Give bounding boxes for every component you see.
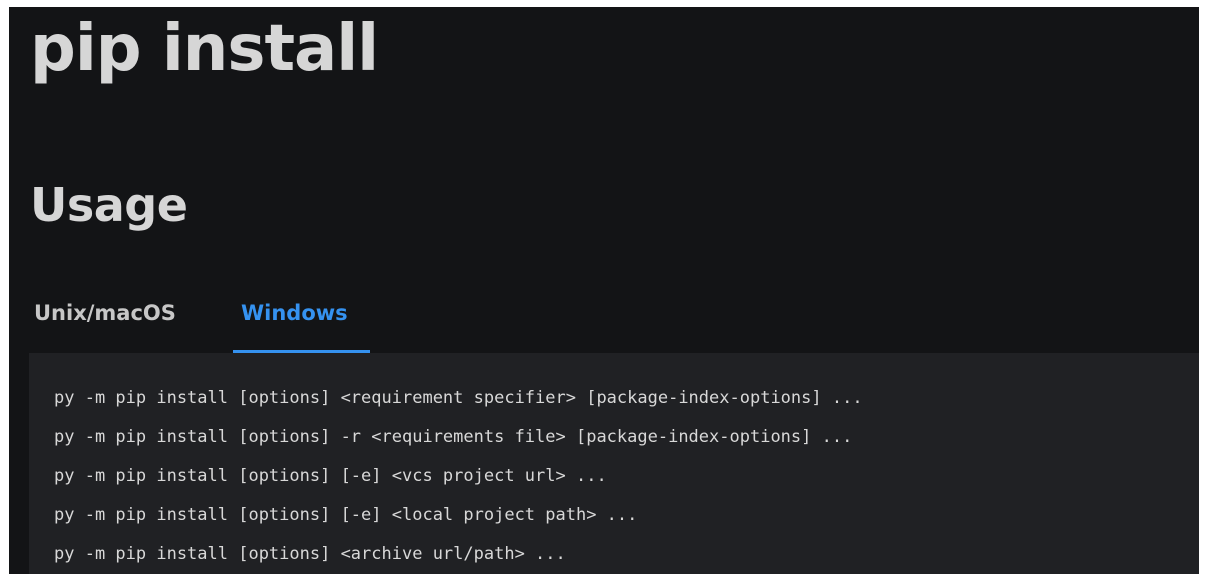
- code-line: py -m pip install [options] -r <requirem…: [54, 427, 853, 447]
- code-line: py -m pip install [options] [-e] <local …: [54, 505, 638, 525]
- platform-tabs: Unix/macOS Windows: [9, 297, 1199, 356]
- tab-unix-macos[interactable]: Unix/macOS: [34, 303, 176, 324]
- code-line: py -m pip install [options] <archive url…: [54, 544, 566, 564]
- code-block: py -m pip install [options] <requirement…: [29, 353, 1199, 574]
- page-title: pip install: [30, 12, 379, 86]
- code-line: py -m pip install [options] [-e] <vcs pr…: [54, 466, 607, 486]
- tab-windows[interactable]: Windows: [241, 303, 348, 324]
- documentation-page: pip install Usage Unix/macOS Windows py …: [9, 7, 1199, 574]
- code-line: py -m pip install [options] <requirement…: [54, 388, 863, 408]
- section-title-usage: Usage: [30, 178, 188, 232]
